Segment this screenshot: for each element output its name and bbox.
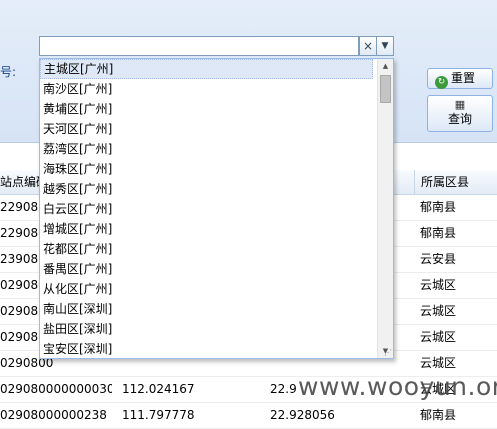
cell-district: 云城区: [420, 278, 457, 292]
cell-district: 云城区: [420, 304, 457, 318]
dropdown-option[interactable]: 增城区[广州]: [40, 219, 373, 239]
search-button[interactable]: ▦ 查询: [427, 95, 493, 132]
dropdown-option[interactable]: 宝安区[深圳]: [40, 339, 373, 358]
scrollbar-thumb[interactable]: [380, 75, 391, 103]
scroll-up-arrow-icon[interactable]: ▲: [378, 59, 393, 73]
cell-district: 郁南县: [420, 226, 457, 240]
reset-button[interactable]: ↻ 重置: [427, 68, 493, 89]
dropdown-option[interactable]: 海珠区[广州]: [40, 159, 373, 179]
dropdown-option[interactable]: 番禺区[广州]: [40, 259, 373, 279]
dropdown-option[interactable]: 黄埔区[广州]: [40, 99, 373, 119]
reset-button-label: 重置: [451, 71, 476, 85]
field-label: 号:: [0, 65, 17, 79]
column-header-district[interactable]: 所属区县: [414, 170, 497, 194]
district-input[interactable]: [39, 36, 359, 56]
search-button-label: 查询: [447, 112, 472, 126]
cell-longitude: 112.024167: [122, 382, 195, 396]
binoculars-icon: ▦: [454, 98, 466, 111]
dropdown-option[interactable]: 盐田区[深圳]: [40, 319, 373, 339]
district-dropdown-list[interactable]: 主城区[广州] 南沙区[广州] 黄埔区[广州] 天河区[广州] 荔湾区[广州] …: [39, 58, 394, 359]
dropdown-option[interactable]: 主城区[广州]: [40, 59, 373, 79]
dropdown-option[interactable]: 天河区[广州]: [40, 119, 373, 139]
cell-district: 云城区: [420, 330, 457, 344]
resize-grip-icon[interactable]: ⋰: [384, 348, 392, 357]
dropdown-option[interactable]: 南沙区[广州]: [40, 79, 373, 99]
dropdown-option[interactable]: 南山区[深圳]: [40, 299, 373, 319]
dropdown-trigger-icon[interactable]: ▼: [376, 36, 394, 56]
clear-icon[interactable]: ×: [359, 36, 377, 56]
dropdown-scrollbar[interactable]: ▲ ▼: [377, 59, 393, 358]
dropdown-option[interactable]: 从化区[广州]: [40, 279, 373, 299]
refresh-icon: ↻: [435, 76, 448, 89]
district-combobox[interactable]: × ▼: [39, 36, 394, 56]
cell-district: 云安县: [420, 252, 457, 266]
table-row[interactable]: 02908000000238 111.797778 22.928056 郁南县: [0, 403, 497, 429]
cell-district: 郁南县: [420, 200, 457, 214]
dropdown-option[interactable]: 荔湾区[广州]: [40, 139, 373, 159]
dropdown-option[interactable]: 白云区[广州]: [40, 199, 373, 219]
dropdown-option[interactable]: 花都区[广州]: [40, 239, 373, 259]
cell-site-code: 0290800000000304: [0, 382, 112, 396]
watermark: www.wooyun.org: [298, 372, 497, 401]
dropdown-option[interactable]: 越秀区[广州]: [40, 179, 373, 199]
